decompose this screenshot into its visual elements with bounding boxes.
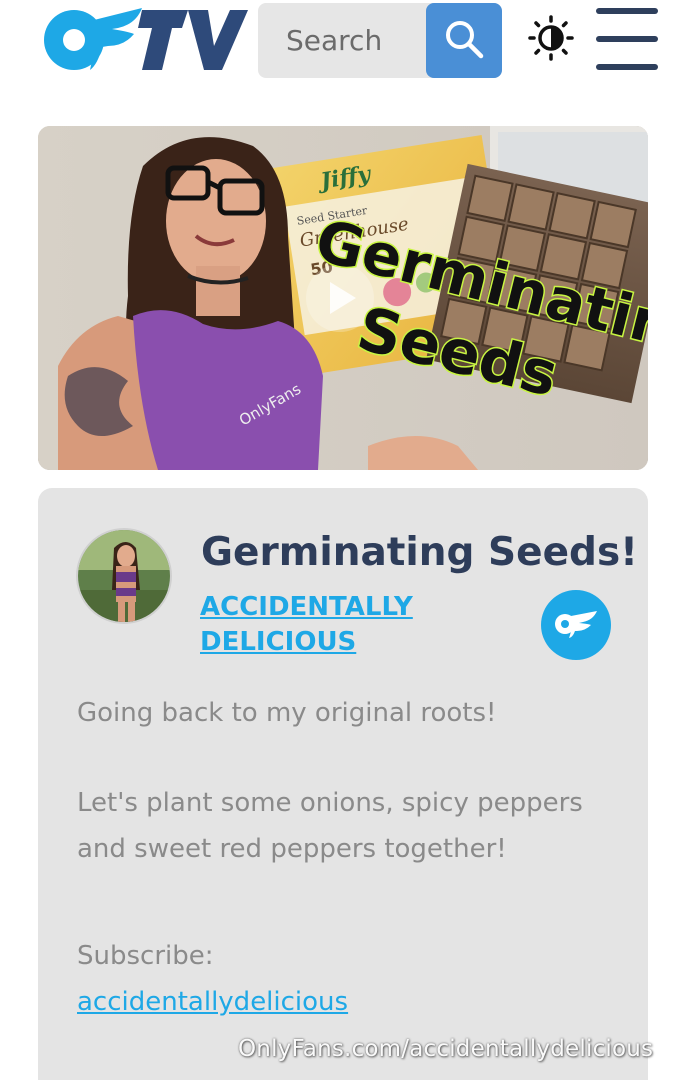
search-icon xyxy=(444,19,484,62)
sun-icon xyxy=(528,15,574,65)
creator-name-line2: DELICIOUS xyxy=(200,627,357,657)
hamburger-menu-icon xyxy=(596,8,658,14)
menu-line xyxy=(596,36,658,42)
search-input[interactable] xyxy=(258,3,426,78)
header xyxy=(0,0,686,90)
watermark: OnlyFans.com/accidentallydelicious xyxy=(238,1036,654,1062)
search-button[interactable] xyxy=(426,3,502,78)
video-thumbnail[interactable]: Jiffy Seed Starter Greenhouse 50 OnlyFan… xyxy=(38,126,648,470)
description-line: Let's plant some onions, spicy peppers xyxy=(77,788,583,818)
subscribe-link[interactable]: accidentallydelicious xyxy=(77,980,348,1024)
creator-avatar[interactable] xyxy=(76,528,172,624)
description-line: Going back to my original roots! xyxy=(77,698,497,728)
hamburger-menu-button[interactable] xyxy=(596,6,658,72)
menu-line xyxy=(596,64,658,70)
onlyfans-logo-icon xyxy=(553,608,599,642)
onlyfans-profile-button[interactable] xyxy=(541,590,611,660)
oftv-logo[interactable] xyxy=(38,2,248,74)
creator-name-line1: ACCIDENTALLY xyxy=(200,592,413,622)
creator-name-link[interactable]: ACCIDENTALLY DELICIOUS xyxy=(200,590,460,660)
description-line: and sweet red peppers together! xyxy=(77,834,507,864)
theme-toggle-button[interactable] xyxy=(526,14,576,66)
subscribe-label: Subscribe: xyxy=(77,941,214,971)
page: Jiffy Seed Starter Greenhouse 50 xyxy=(0,0,686,1080)
video-title: Germinating Seeds! xyxy=(201,530,638,575)
